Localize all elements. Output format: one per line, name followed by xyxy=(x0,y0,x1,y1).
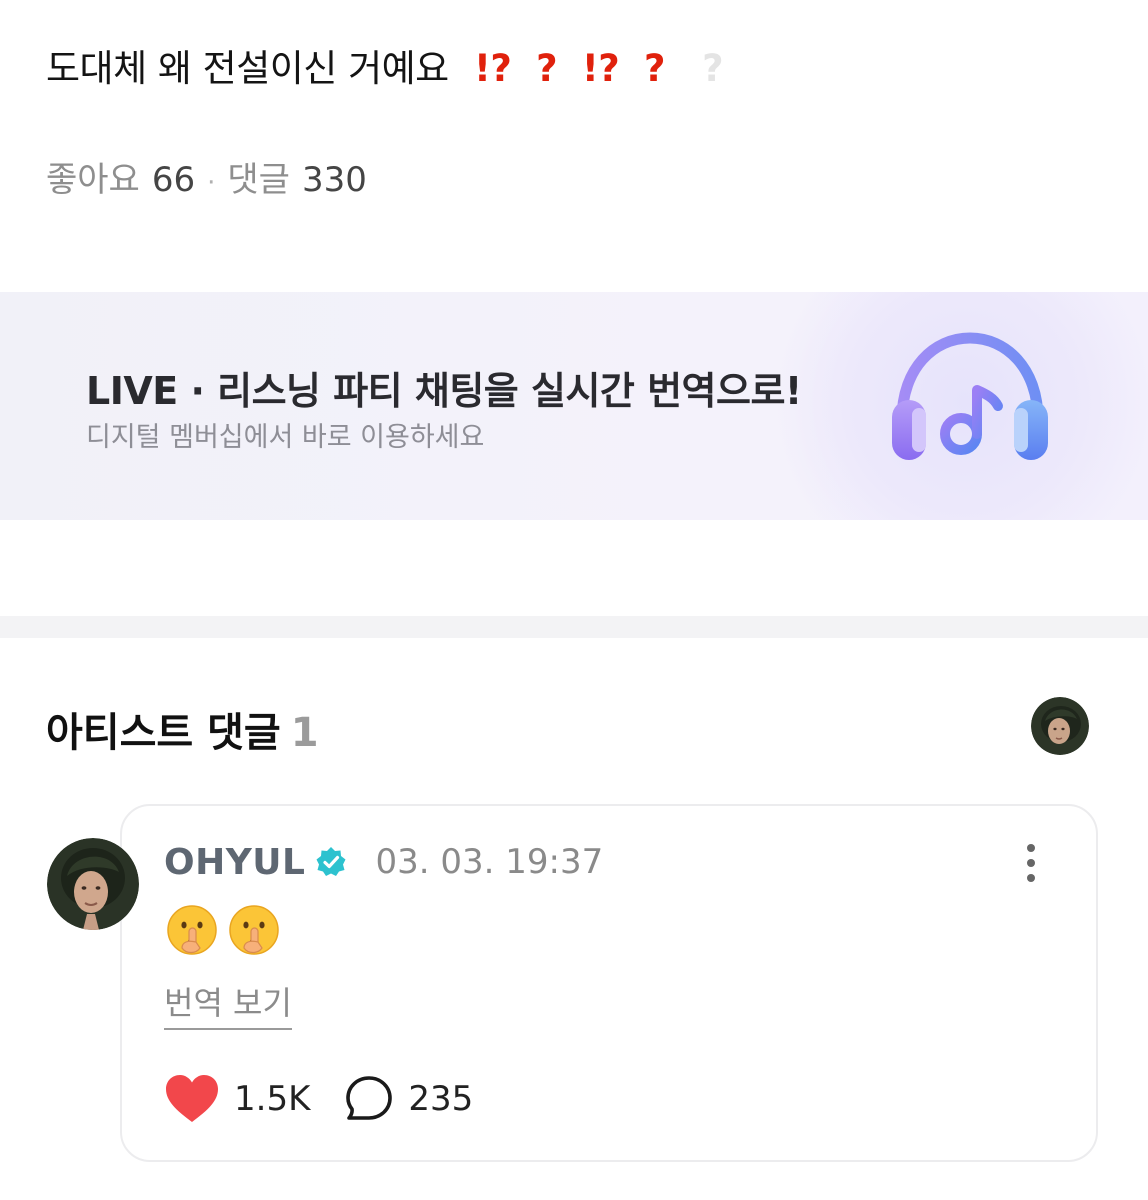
artist-avatar-image xyxy=(1031,697,1089,755)
question-mark: ? xyxy=(536,47,558,90)
comments-count: 330 xyxy=(301,160,367,200)
post-title: 도대체 왜 전설이신 거예요 !? ? !? ? ? xyxy=(46,38,724,92)
shushing-face-icon xyxy=(167,905,217,955)
verified-badge-icon xyxy=(316,847,346,876)
likes-label[interactable]: 좋아요 xyxy=(46,160,140,200)
likes-count: 66 xyxy=(151,160,196,200)
artist-comments-title: 아티스트 댓글 xyxy=(46,710,281,756)
exclamation-question-mark: !? xyxy=(474,47,512,90)
comment-author-avatar[interactable] xyxy=(47,838,139,930)
comment-author-row: OHYUL 03. 03. 19:37 xyxy=(164,840,603,884)
post-title-text: 도대체 왜 전설이신 거예요 xyxy=(46,47,449,90)
comment-avatar-image xyxy=(47,838,139,930)
white-question-mark: ? xyxy=(702,47,724,90)
question-mark: ? xyxy=(643,47,665,90)
shushing-face-icon xyxy=(229,905,279,955)
comment-body xyxy=(166,904,280,956)
reply-count: 235 xyxy=(408,1079,474,1119)
exclamation-question-mark: !? xyxy=(581,47,620,90)
comment-bubble-icon[interactable] xyxy=(344,1074,394,1124)
more-options-icon[interactable] xyxy=(1016,842,1046,884)
banner-subtitle: 디지털 멤버십에서 바로 이용하세요 xyxy=(86,422,485,453)
translate-link[interactable]: 번역 보기 xyxy=(164,978,292,1030)
artist-comments-count: 1 xyxy=(290,710,319,756)
comment-actions: 1.5K 235 xyxy=(164,1074,473,1124)
promo-banner[interactable]: LIVE · 리스닝 파티 채팅을 실시간 번역으로! 디지털 멤버십에서 바로… xyxy=(0,292,1148,520)
comments-label[interactable]: 댓글 xyxy=(227,160,290,200)
comment-author-name[interactable]: OHYUL xyxy=(164,842,305,883)
artist-avatar[interactable] xyxy=(1031,697,1089,755)
post-title-marks: !? ? !? ? ? xyxy=(474,47,724,90)
stats-separator: · xyxy=(207,168,216,198)
artist-comments-heading: 아티스트 댓글 1 xyxy=(46,700,319,758)
like-count: 1.5K xyxy=(234,1079,311,1119)
headphones-music-icon xyxy=(892,332,1048,460)
comment-timestamp: 03. 03. 19:37 xyxy=(375,842,604,882)
post-page: 도대체 왜 전설이신 거예요 !? ? !? ? ? 좋아요 66 · 댓글 330 L… xyxy=(0,0,1148,1200)
banner-title: LIVE · 리스닝 파티 채팅을 실시간 번역으로! xyxy=(86,369,802,413)
section-divider xyxy=(0,616,1148,638)
heart-icon[interactable] xyxy=(164,1074,220,1124)
post-stats: 좋아요 66 · 댓글 330 xyxy=(46,152,367,201)
